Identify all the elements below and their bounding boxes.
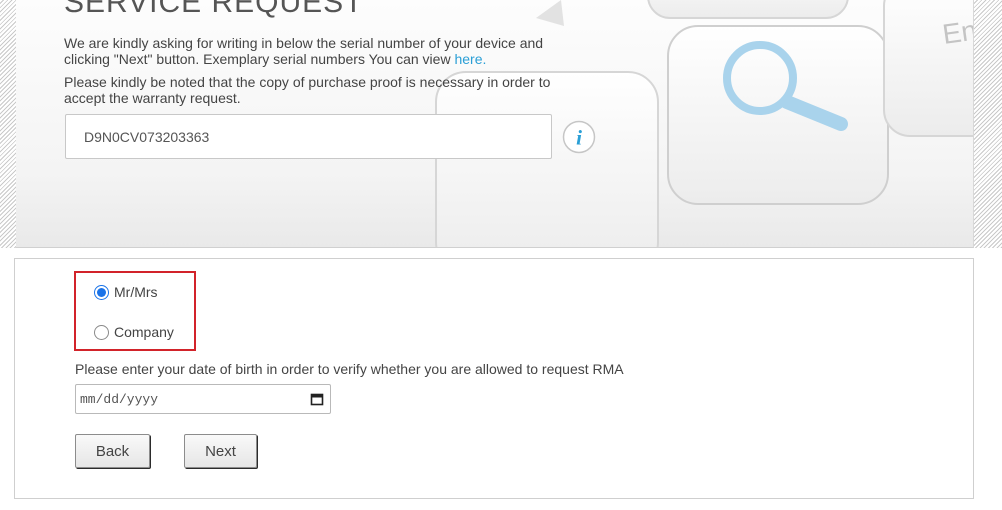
- radio-button-company[interactable]: [94, 324, 109, 340]
- serial-examples-link[interactable]: here.: [454, 51, 486, 67]
- radio-option-mr-mrs[interactable]: Mr/Mrs: [94, 282, 158, 302]
- back-button[interactable]: Back: [75, 434, 150, 468]
- date-of-birth-label: Please enter your date of birth in order…: [75, 361, 624, 377]
- radio-label-company: Company: [114, 324, 174, 340]
- keyboard-key: [647, 0, 849, 19]
- left-hatch-pattern: [0, 0, 16, 248]
- hero-banner: En SERVICE REQUEST We are kindly asking …: [16, 0, 974, 248]
- right-hatch-pattern: [974, 0, 1002, 248]
- info-icon[interactable]: i: [562, 120, 596, 154]
- key-shadow: [536, 0, 564, 26]
- calendar-icon[interactable]: [310, 392, 324, 406]
- radio-button-mr-mrs[interactable]: [94, 284, 109, 300]
- date-of-birth-input[interactable]: mm/dd/yyyy: [75, 384, 331, 414]
- form-panel: Mr/Mrs Company Please enter your date of…: [14, 258, 974, 499]
- customer-type-radio-group: Mr/Mrs Company: [74, 271, 196, 351]
- serial-number-input[interactable]: [65, 114, 552, 159]
- page-title: SERVICE REQUEST: [64, 0, 364, 19]
- purchase-proof-note: Please kindly be noted that the copy of …: [64, 74, 551, 106]
- radio-option-company[interactable]: Company: [94, 322, 174, 342]
- info-icon-glyph: i: [576, 126, 582, 150]
- enter-key-label: En: [941, 14, 974, 49]
- radio-label-mr-mrs: Mr/Mrs: [114, 284, 158, 300]
- date-placeholder: mm/dd/yyyy: [80, 391, 159, 407]
- next-button[interactable]: Next: [184, 434, 257, 468]
- intro-text: We are kindly asking for writing in belo…: [64, 35, 564, 67]
